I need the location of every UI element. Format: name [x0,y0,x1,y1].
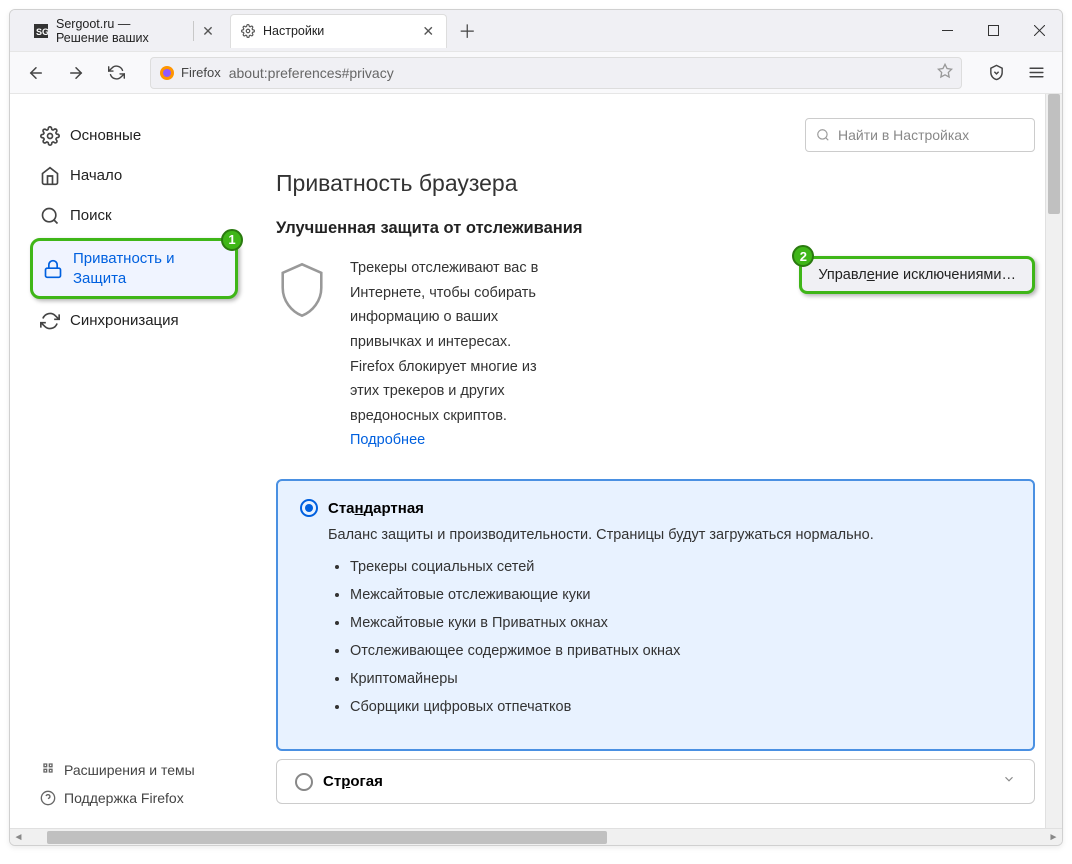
navigation-toolbar: Firefox about:preferences#privacy [10,52,1062,94]
bookmark-star-icon[interactable] [937,63,953,82]
new-tab-button[interactable]: ＋ [453,17,481,45]
site-icon: SG [34,24,48,38]
firefox-icon [159,65,175,81]
search-icon [40,206,60,226]
scrollbar-thumb[interactable] [47,831,607,844]
manage-exceptions-button[interactable]: 2 Управление исключениями… [799,256,1035,294]
card-title: Строгая [323,773,383,790]
address-bar[interactable]: Firefox about:preferences#privacy [150,57,962,89]
vertical-scrollbar[interactable] [1045,94,1062,828]
help-icon [40,790,56,806]
tracking-description: Трекеры отслеживают вас в Интернете, что… [350,256,557,453]
sidebar-item-label: Начало [70,166,122,186]
protection-standard-card[interactable]: Стандартная Баланс защиты и производител… [276,479,1035,751]
tracking-protection-header: Трекеры отслеживают вас в Интернете, что… [276,256,1035,453]
gear-icon [40,126,60,146]
sidebar-item-home[interactable]: Начало [30,158,238,194]
identity-box[interactable]: Firefox [159,65,221,81]
sidebar-item-label: Поддержка Firefox [64,790,184,806]
section-title: Улучшенная защита от отслеживания [276,219,1035,238]
search-icon [816,128,830,142]
list-item: Отслеживающее содержимое в приватных окн… [350,643,1011,659]
gear-icon [241,24,255,38]
list-item: Межсайтовые отслеживающие куки [350,587,1011,603]
protection-strict-card[interactable]: Строгая [276,759,1035,804]
home-icon [40,166,60,186]
scroll-right-icon[interactable]: ► [1045,829,1062,845]
chevron-down-icon[interactable] [1002,772,1016,791]
lock-icon [43,259,63,279]
protection-list: Трекеры социальных сетей Межсайтовые отс… [350,559,1011,715]
sidebar-item-label: Поиск [70,206,112,226]
learn-more-link[interactable]: Подробнее [350,432,425,448]
tab-label: Sergoot.ru — Решение ваших [56,17,185,45]
card-title: Стандартная [328,500,424,517]
window-controls [924,10,1062,52]
callout-badge: 1 [221,229,243,251]
sidebar-item-search[interactable]: Поиск [30,198,238,234]
sidebar-extensions[interactable]: Расширения и темы [30,756,238,784]
shield-icon [276,260,332,320]
close-button[interactable] [1016,10,1062,52]
list-item: Трекеры социальных сетей [350,559,1011,575]
category-sidebar: Основные Начало Поиск 1 Приватность и За… [10,94,246,828]
sidebar-item-sync[interactable]: Синхронизация [30,303,238,339]
tab-strip: SG Sergoot.ru — Решение ваших ✕ Настройк… [10,10,481,51]
close-icon[interactable]: ✕ [202,23,214,39]
sidebar-item-label: Основные [70,126,141,146]
scroll-left-icon[interactable]: ◄ [10,829,27,845]
horizontal-scrollbar[interactable]: ◄ ► [10,828,1062,845]
sidebar-item-general[interactable]: Основные [30,118,238,154]
url-text: about:preferences#privacy [229,65,394,81]
sidebar-item-privacy[interactable]: 1 Приватность и Защита [30,238,238,299]
tab-inactive[interactable]: SG Sergoot.ru — Решение ваших ✕ [24,14,224,48]
tab-active[interactable]: Настройки ✕ [230,14,447,48]
settings-search-input[interactable]: Найти в Настройках [805,118,1035,152]
main-panel: Найти в Настройках Приватность браузера … [246,94,1045,828]
preferences-page: Основные Начало Поиск 1 Приватность и За… [10,94,1045,828]
list-item: Криптомайнеры [350,671,1011,687]
callout-badge: 2 [792,245,814,267]
identity-label: Firefox [181,65,221,80]
browser-window: SG Sergoot.ru — Решение ваших ✕ Настройк… [9,9,1063,846]
close-icon[interactable]: ✕ [420,23,436,39]
tab-label: Настройки [263,24,324,38]
maximize-button[interactable] [970,10,1016,52]
radio-strict[interactable] [295,773,313,791]
sidebar-item-label: Приватность и Защита [73,249,225,288]
sidebar-item-label: Расширения и темы [64,762,195,778]
pocket-icon[interactable] [980,57,1012,89]
list-item: Сборщики цифровых отпечатков [350,699,1011,715]
menu-button[interactable] [1020,57,1052,89]
content-area: Основные Начало Поиск 1 Приватность и За… [10,94,1062,828]
minimize-button[interactable] [924,10,970,52]
list-item: Межсайтовые куки в Приватных окнах [350,615,1011,631]
titlebar: SG Sergoot.ru — Решение ваших ✕ Настройк… [10,10,1062,52]
reload-button[interactable] [100,57,132,89]
page-title: Приватность браузера [276,170,1035,197]
scrollbar-thumb[interactable] [1048,94,1060,214]
svg-text:SG: SG [36,27,48,37]
tab-separator [193,21,194,41]
sidebar-support[interactable]: Поддержка Firefox [30,784,238,812]
sidebar-item-label: Синхронизация [70,311,179,331]
back-button[interactable] [20,57,52,89]
search-placeholder: Найти в Настройках [838,127,969,143]
puzzle-icon [40,762,56,778]
radio-standard[interactable] [300,499,318,517]
sync-icon [40,311,60,331]
card-description: Баланс защиты и производительности. Стра… [328,527,1011,543]
forward-button[interactable] [60,57,92,89]
